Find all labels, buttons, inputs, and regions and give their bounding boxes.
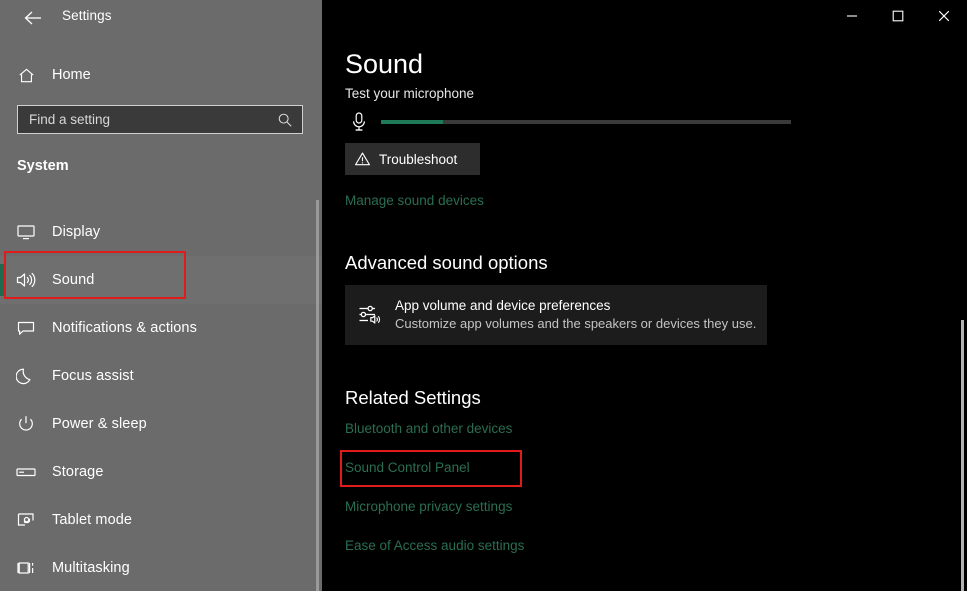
sidebar-item-storage[interactable]: Storage [0,448,322,496]
app-volume-texts: App volume and device preferences Custom… [395,297,756,333]
sidebar-item-home[interactable]: Home [0,60,322,90]
home-icon [0,66,52,85]
related-link-ease-of-access-audio-settings[interactable]: Ease of Access audio settings [345,538,524,553]
settings-window: Settings Home System [0,0,967,591]
sidebar-item-label: Storage [52,464,104,480]
manage-sound-devices-link[interactable]: Manage sound devices [345,193,484,208]
microphone-icon [345,111,373,133]
warning-triangle-icon [345,151,379,167]
search-icon[interactable] [268,112,302,128]
app-volume-subtitle: Customize app volumes and the speakers o… [395,315,756,333]
notification-icon [0,319,52,337]
related-link-bluetooth-and-other-devices[interactable]: Bluetooth and other devices [345,421,512,436]
sidebar-scrollbar[interactable] [315,34,320,591]
troubleshoot-button[interactable]: Troubleshoot [345,143,480,175]
related-link-microphone-privacy-settings[interactable]: Microphone privacy settings [345,499,512,514]
mic-level-track [381,120,791,124]
window-controls [829,0,967,32]
speaker-icon [0,271,52,289]
sidebar-item-label: Display [52,224,100,240]
related-link-sound-control-panel[interactable]: Sound Control Panel [345,460,470,475]
maximize-icon[interactable] [875,0,921,32]
sidebar-item-tablet-mode[interactable]: Tablet mode [0,496,322,544]
app-volume-title: App volume and device preferences [395,297,756,315]
sidebar-item-label: Tablet mode [52,512,132,528]
moon-icon [0,366,52,386]
window-title: Settings [62,8,112,23]
sidebar-item-display[interactable]: Display [0,208,322,256]
troubleshoot-label: Troubleshoot [379,152,457,167]
search-box[interactable] [17,105,303,134]
content-scrollbar-thumb[interactable] [961,320,964,591]
sidebar-item-power-sleep[interactable]: Power & sleep [0,400,322,448]
page-title: Sound [345,48,423,80]
sidebar-item-label: Focus assist [52,368,134,384]
app-volume-card[interactable]: App volume and device preferences Custom… [345,285,767,345]
sidebar-item-label: Sound [52,272,94,288]
back-arrow-icon[interactable] [12,4,54,32]
sidebar-scrollbar-thumb[interactable] [316,200,319,591]
sidebar-item-multitasking[interactable]: Multitasking [0,544,322,591]
sidebar-item-label: Power & sleep [52,416,147,432]
monitor-icon [0,223,52,241]
mic-level-fill [381,120,443,124]
multitasking-icon [0,559,52,577]
minimize-icon[interactable] [829,0,875,32]
sliders-speaker-icon [345,303,395,327]
drive-icon [0,465,52,479]
sidebar-item-label: Home [52,67,91,83]
sidebar-item-focus-assist[interactable]: Focus assist [0,352,322,400]
tablet-hand-icon [0,511,52,529]
sidebar-item-label: Multitasking [52,560,130,576]
sidebar-item-notifications-actions[interactable]: Notifications & actions [0,304,322,352]
sidebar: Settings Home System [0,0,322,591]
mic-test-label: Test your microphone [345,86,474,101]
mic-level-meter [345,108,805,136]
content-pane: Test your microphone [322,0,967,591]
titlebar: Settings [0,0,322,34]
content-scrollbar[interactable] [960,0,965,591]
sidebar-section-label: System [17,158,69,174]
sidebar-nav-list: Display Sound [0,208,322,591]
advanced-sound-options-heading: Advanced sound options [345,252,548,274]
sidebar-item-label: Notifications & actions [52,320,197,336]
sidebar-item-sound[interactable]: Sound [0,256,322,304]
power-icon [0,414,52,434]
scroll-region: Test your microphone [322,0,967,591]
related-settings-heading: Related Settings [345,387,481,409]
search-input[interactable] [18,106,268,133]
